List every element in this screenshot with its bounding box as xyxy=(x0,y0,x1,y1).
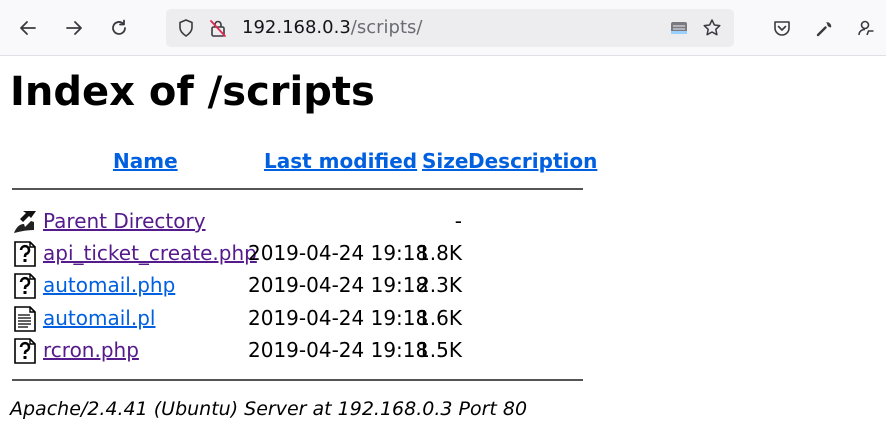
url-text[interactable]: 192.168.0.3/scripts/ xyxy=(242,17,422,39)
back-arrow-icon xyxy=(20,21,36,35)
reload-icon xyxy=(112,19,126,35)
file-size: 1.8K xyxy=(417,241,462,265)
forward-button[interactable] xyxy=(60,14,88,42)
file-link[interactable]: api_ticket_create.php xyxy=(43,240,257,266)
list-item: Parent Directory - xyxy=(12,206,592,236)
column-header-description[interactable]: Description xyxy=(468,149,597,173)
forward-arrow-icon xyxy=(66,21,82,35)
file-date: 2019-04-24 19:18 xyxy=(248,273,429,297)
file-size: 1.6K xyxy=(417,306,462,330)
column-header-last-modified[interactable]: Last modified xyxy=(264,149,417,173)
file-date: 2019-04-24 19:18 xyxy=(248,338,429,362)
parent-directory-icon xyxy=(14,211,36,233)
tools-wrench-icon xyxy=(816,22,832,37)
unknown-file-icon xyxy=(14,241,36,267)
reload-button[interactable] xyxy=(105,14,133,42)
file-size: 1.5K xyxy=(417,338,462,362)
list-item: automail.pl 2019-04-24 19:18 1.6K xyxy=(12,303,592,333)
file-size: 2.3K xyxy=(417,273,462,297)
unknown-file-icon xyxy=(14,273,36,299)
list-item: api_ticket_create.php 2019-04-24 19:18 1… xyxy=(12,238,592,268)
file-link[interactable]: automail.pl xyxy=(43,305,155,331)
browser-toolbar: 192.168.0.3/scripts/ xyxy=(0,0,886,56)
file-size: - xyxy=(454,209,462,233)
file-link[interactable]: rcron.php xyxy=(43,337,139,363)
url-host: 192.168.0.3 xyxy=(242,17,351,38)
pocket-button[interactable] xyxy=(768,14,796,42)
header-divider xyxy=(12,188,583,190)
url-path: /scripts/ xyxy=(350,17,423,38)
bookmark-star-icon[interactable] xyxy=(702,18,722,38)
file-date: 2019-04-24 19:18 xyxy=(248,241,429,265)
column-header-name[interactable]: Name xyxy=(113,149,178,173)
server-signature: Apache/2.4.41 (Ubuntu) Server at 192.168… xyxy=(10,398,528,420)
address-bar[interactable]: 192.168.0.3/scripts/ xyxy=(166,9,734,47)
list-item: automail.php 2019-04-24 19:18 2.3K xyxy=(12,270,592,300)
account-icon xyxy=(858,20,874,36)
tools-button[interactable] xyxy=(811,14,839,42)
pocket-icon xyxy=(774,21,790,36)
file-link[interactable]: automail.php xyxy=(43,272,175,298)
text-file-icon xyxy=(14,306,36,332)
reader-view-icon[interactable] xyxy=(669,18,689,38)
column-header-size[interactable]: Size xyxy=(422,149,468,173)
list-item: rcron.php 2019-04-24 19:18 1.5K xyxy=(12,335,592,365)
insecure-lock-icon[interactable] xyxy=(208,18,228,38)
account-button[interactable] xyxy=(852,14,880,42)
unknown-file-icon xyxy=(14,338,36,364)
back-button[interactable] xyxy=(14,14,42,42)
shield-icon[interactable] xyxy=(176,18,196,38)
page-title: Index of /scripts xyxy=(10,69,375,115)
file-date: 2019-04-24 19:18 xyxy=(248,306,429,330)
file-link[interactable]: Parent Directory xyxy=(43,208,206,234)
footer-divider xyxy=(12,379,583,381)
